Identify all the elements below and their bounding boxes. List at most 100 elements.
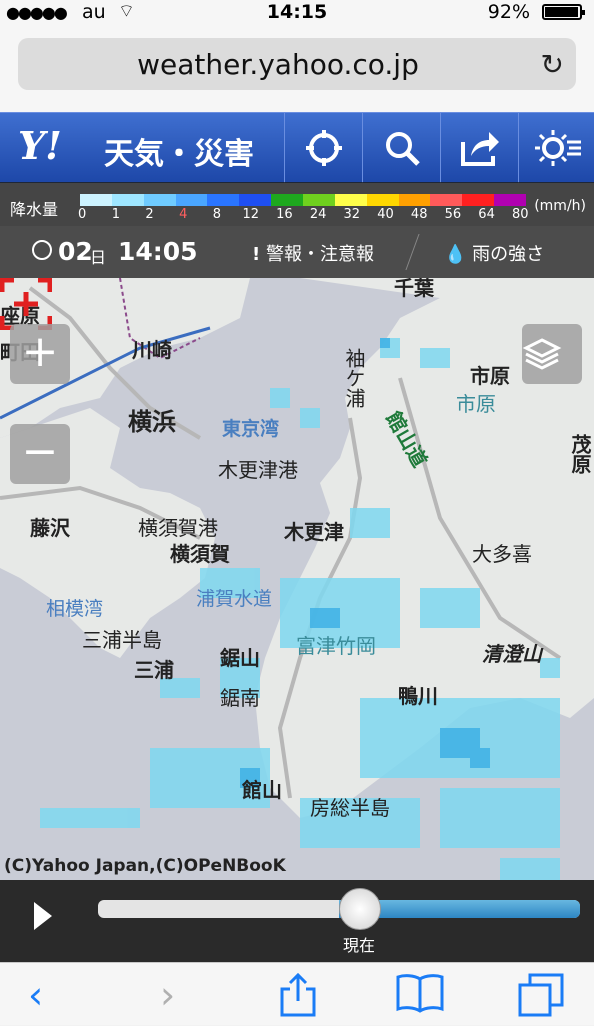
battery-icon	[542, 4, 585, 20]
precipitation-legend: 降水量 0 1 2 4 8 12 16 24 32 40 48 56 64 80 (mm/h)	[0, 182, 594, 226]
place-label: 館山	[242, 778, 282, 802]
yahoo-logo[interactable]: Y!	[18, 123, 62, 168]
place-label: 千葉	[394, 278, 434, 300]
warning-label: 警報・注意報	[265, 244, 374, 265]
back-icon[interactable]: ‹	[28, 973, 43, 1017]
legend-swatch	[303, 194, 335, 206]
tabs-icon[interactable]	[518, 973, 564, 1026]
legend-tick: 12	[242, 207, 259, 222]
place-label: 川崎	[132, 338, 172, 362]
legend-tick: 2	[145, 207, 154, 222]
warning-toggle[interactable]: ! 警報・注意報	[252, 240, 374, 266]
place-label: 茂原	[568, 434, 592, 474]
sea-label: 東京湾	[222, 418, 280, 440]
raindrop-icon: 💧	[444, 244, 467, 265]
forward-icon[interactable]: ›	[160, 973, 175, 1017]
place-label: 袖ケ浦	[342, 348, 366, 408]
reload-icon[interactable]: ↻	[541, 48, 564, 81]
divider	[405, 234, 420, 270]
place-label: 横須賀港	[138, 516, 218, 540]
legend-swatch	[462, 194, 495, 206]
time-bar: 02 日 14:05 ! 警報・注意報 💧 雨の強さ	[0, 226, 594, 278]
legend-swatch	[494, 194, 527, 206]
legend-tick: 80	[512, 207, 529, 222]
current-location-button[interactable]	[284, 113, 363, 183]
place-label: 房総半島	[310, 796, 390, 820]
legend-color-bar	[80, 194, 527, 206]
day-suffix: 日	[90, 248, 107, 267]
legend-tick: 4	[179, 207, 188, 222]
legend-tick: 40	[377, 207, 394, 222]
slider-handle[interactable]	[339, 888, 381, 930]
rain-label: 雨の強さ	[472, 244, 545, 265]
address-field[interactable]: weather.yahoo.co.jp ↻	[18, 38, 576, 90]
place-label: 藤沢	[30, 516, 70, 540]
site-header: Y! 天気・災害	[0, 112, 594, 183]
place-label: 鴨川	[398, 684, 438, 708]
play-icon[interactable]	[34, 902, 52, 930]
place-label: 横浜	[128, 408, 176, 436]
battery-percent: 92%	[487, 1, 530, 23]
legend-swatch	[398, 194, 431, 206]
place-label: 鋸山	[220, 646, 260, 670]
place-label: 横須賀	[170, 542, 230, 566]
rain-map[interactable]: 座原 町田 川崎 横浜 東京湾 木更津港 木更津 藤沢 横須賀港 横須賀 相模湾…	[0, 278, 594, 880]
status-bar: ●●●●● au ⌔ 14:15 92%	[0, 0, 594, 24]
place-label: 富津竹岡	[296, 634, 376, 658]
legend-tick: 32	[343, 207, 361, 222]
map-copyright: (C)Yahoo Japan,(C)OPeNBooK	[4, 856, 286, 876]
legend-swatch	[366, 194, 399, 206]
sun-settings-icon	[535, 130, 581, 166]
url-text[interactable]: weather.yahoo.co.jp	[18, 48, 538, 81]
place-label: 鋸南	[220, 686, 260, 710]
legend-tick: 64	[478, 207, 495, 222]
legend-swatch	[80, 194, 112, 206]
tabs-glyph	[518, 973, 564, 1017]
legend-tick: 16	[276, 207, 293, 222]
clock-icon	[32, 240, 52, 260]
legend-tick: 8	[212, 207, 222, 222]
sea-label: 浦賀水道	[196, 588, 273, 610]
legend-tick: 1	[111, 207, 120, 222]
date-value: 02	[58, 237, 93, 266]
place-label: 三浦	[134, 658, 174, 682]
place-label: 市原	[470, 364, 510, 388]
rain-intensity-toggle[interactable]: 💧 雨の強さ	[444, 240, 544, 266]
legend-swatch	[239, 194, 272, 206]
browser-url-bar: weather.yahoo.co.jp ↻	[0, 24, 594, 112]
legend-ticks: 0 1 2 4 8 12 16 24 32 40 48 56 64 80	[74, 207, 529, 225]
page-title[interactable]: 天気・災害	[104, 129, 254, 173]
zoom-in-button[interactable]: +	[10, 324, 70, 384]
place-label: 三浦半島	[82, 628, 162, 652]
legend-label: 降水量	[10, 200, 59, 219]
now-label: 現在	[342, 936, 375, 955]
legend-swatch	[143, 194, 176, 206]
legend-tick: 48	[410, 207, 428, 222]
share-button[interactable]	[440, 113, 519, 183]
sea-label: 相模湾	[46, 598, 104, 620]
place-label: 大多喜	[472, 542, 532, 566]
legend-swatch	[207, 194, 240, 206]
observation-time: 14:05	[118, 237, 198, 266]
legend-tick: 56	[444, 207, 462, 222]
search-icon	[386, 132, 420, 166]
book-glyph	[396, 974, 444, 1013]
legend-tick: 0	[78, 207, 87, 222]
place-label: 清澄山	[482, 642, 542, 666]
legend-swatch	[175, 194, 208, 206]
crosshair-icon	[306, 130, 342, 166]
zoom-out-button[interactable]: −	[10, 424, 70, 484]
browser-toolbar: ‹ ›	[0, 962, 594, 1025]
legend-swatch	[334, 194, 367, 206]
place-label: 市原	[456, 392, 496, 416]
search-button[interactable]	[362, 113, 441, 183]
layers-button[interactable]	[522, 324, 582, 384]
share-icon	[461, 132, 499, 166]
share-glyph	[280, 972, 316, 1017]
display-settings-button[interactable]	[518, 113, 594, 183]
share-icon[interactable]	[278, 972, 318, 1026]
layers-icon	[522, 338, 562, 370]
timeline-player: 現在	[0, 880, 594, 962]
bookmarks-icon[interactable]	[396, 973, 444, 1022]
legend-swatch	[111, 194, 144, 206]
